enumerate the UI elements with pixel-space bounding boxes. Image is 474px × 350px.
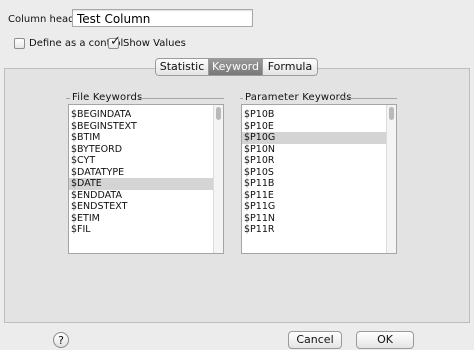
list-item[interactable]: $P11G [242, 201, 386, 213]
parameter-keywords-list[interactable]: $P10B $P10E $P10G $P10N $P10R $P10S $P11B $P11E… [241, 104, 397, 254]
show-values-checkbox[interactable]: ✓ [108, 34, 121, 49]
list-item[interactable]: $DATE [69, 178, 213, 190]
list-item[interactable]: $DATATYPE [69, 167, 213, 179]
list-item[interactable]: $P11N [242, 213, 386, 225]
list-item[interactable]: $P11E [242, 190, 386, 202]
file-keywords-scroll-thumb[interactable] [216, 107, 221, 120]
file-keywords-group-line-right [138, 98, 224, 99]
list-item[interactable]: $P10E [242, 121, 386, 133]
file-keywords-list[interactable]: $BEGINDATA $BEGINSTEXT $BTIM $BYTEORD $CYT $D… [68, 104, 224, 254]
parameter-keywords-scroll-thumb[interactable] [389, 107, 394, 120]
tab-keyword[interactable]: Keyword [209, 59, 263, 75]
list-item[interactable]: $P11B [242, 178, 386, 190]
tab-formula[interactable]: Formula [263, 59, 317, 75]
file-keywords-items: $BEGINDATA $BEGINSTEXT $BTIM $BYTEORD $CYT $D… [69, 109, 213, 236]
column-heading-input[interactable]: Test Column [72, 9, 253, 27]
cancel-button[interactable]: Cancel [288, 331, 342, 349]
list-item[interactable]: $ENDSTEXT [69, 201, 213, 213]
show-values-label: Show Values [123, 38, 186, 49]
list-item[interactable]: $BEGINSTEXT [69, 121, 213, 133]
list-item[interactable]: $P10S [242, 167, 386, 179]
file-keywords-scrollbar[interactable] [213, 105, 223, 253]
list-item[interactable]: $FIL [69, 224, 213, 236]
list-item[interactable]: $ENDDATA [69, 190, 213, 202]
parameter-keywords-scrollbar[interactable] [386, 105, 396, 253]
help-button[interactable]: ? [53, 332, 69, 348]
list-item[interactable]: $BYTEORD [69, 144, 213, 156]
param-keywords-group-line-right [339, 98, 397, 99]
param-keywords-group-line-left [240, 98, 243, 99]
checkmark-icon: ✓ [110, 34, 121, 49]
define-control-checkbox[interactable] [14, 38, 25, 49]
parameter-keywords-items: $P10B $P10E $P10G $P10N $P10R $P10S $P11B $P11E… [242, 109, 386, 236]
tab-statistic[interactable]: Statistic [156, 59, 209, 75]
param-keywords-title: Parameter Keywords [245, 92, 352, 103]
list-item[interactable]: $P11R [242, 224, 386, 236]
list-item[interactable]: $P10R [242, 155, 386, 167]
list-item[interactable]: $BTIM [69, 132, 213, 144]
list-item[interactable]: $ETIM [69, 213, 213, 225]
list-item[interactable]: $BEGINDATA [69, 109, 213, 121]
list-item[interactable]: $P10B [242, 109, 386, 121]
file-keywords-group-line-left [66, 98, 70, 99]
list-item[interactable]: $P10G [242, 132, 386, 144]
list-item[interactable]: $CYT [69, 155, 213, 167]
tab-bar: Statistic Keyword Formula [155, 58, 318, 76]
list-item[interactable]: $P10N [242, 144, 386, 156]
file-keywords-title: File Keywords [72, 92, 143, 103]
ok-button[interactable]: OK [356, 331, 414, 349]
